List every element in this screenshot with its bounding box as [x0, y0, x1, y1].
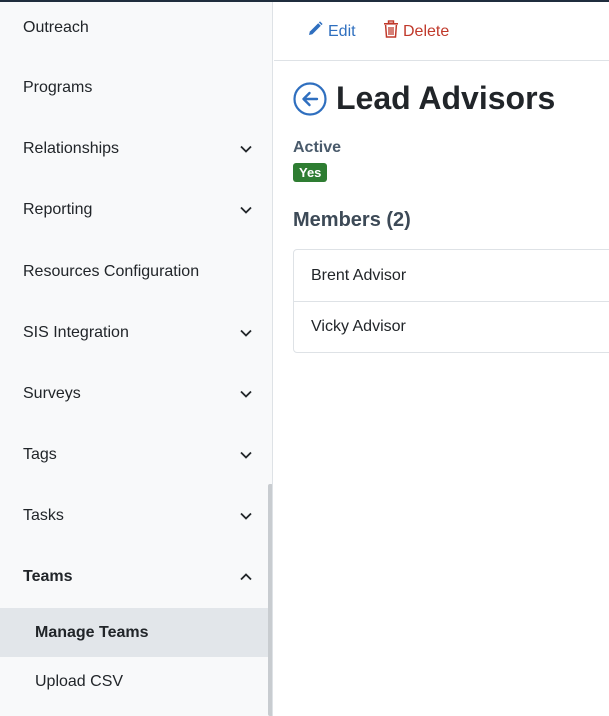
sidebar-item-teams[interactable]: Teams [0, 557, 268, 597]
members-list: Brent Advisor Vicky Advisor [293, 249, 609, 353]
pencil-icon [306, 20, 328, 43]
main-content: Edit Delete Lead Advisors Active Yes Mem… [274, 2, 609, 716]
sidebar-item-label: Programs [23, 79, 93, 96]
sidebar-subitem-upload-csv[interactable]: Upload CSV [0, 660, 268, 704]
back-arrow-icon[interactable] [293, 81, 327, 116]
sidebar-subitem-manage-teams[interactable]: Manage Teams [0, 608, 268, 657]
sidebar-item-tags[interactable]: Tags [0, 435, 268, 475]
title-row: Lead Advisors [293, 80, 555, 117]
sidebar-item-label: Outreach [23, 19, 89, 36]
edit-label: Edit [328, 22, 356, 40]
sidebar-item-outreach[interactable]: Outreach [0, 8, 268, 48]
sidebar-item-label: Teams [23, 568, 73, 585]
sidebar-item-resources-configuration[interactable]: Resources Configuration [0, 252, 268, 292]
sidebar-item-label: Surveys [23, 385, 81, 402]
sidebar-item-reporting[interactable]: Reporting [0, 190, 268, 230]
list-item[interactable]: Vicky Advisor [294, 301, 609, 352]
sidebar-item-surveys[interactable]: Surveys [0, 374, 268, 414]
sidebar-item-tasks[interactable]: Tasks [0, 496, 268, 536]
active-label: Active [293, 139, 342, 156]
chevron-up-icon [238, 569, 254, 585]
chevron-down-icon [238, 508, 254, 524]
sidebar: Outreach Programs Relationships Reportin… [0, 2, 273, 716]
sidebar-scrollbar[interactable] [268, 484, 272, 716]
chevron-down-icon [238, 325, 254, 341]
page-title: Lead Advisors [336, 80, 556, 116]
sidebar-subitem-label: Upload CSV [35, 673, 124, 690]
chevron-down-icon [238, 202, 254, 218]
delete-button[interactable]: Delete [383, 20, 449, 43]
sidebar-item-relationships[interactable]: Relationships [0, 129, 268, 169]
sidebar-item-label: Reporting [23, 201, 93, 218]
sidebar-item-label: Resources Configuration [23, 263, 200, 280]
trash-icon [383, 20, 403, 43]
edit-button[interactable]: Edit [306, 20, 356, 43]
chevron-down-icon [238, 141, 254, 157]
sidebar-item-sis-integration[interactable]: SIS Integration [0, 313, 268, 353]
list-item[interactable]: Brent Advisor [294, 250, 609, 301]
toolbar: Edit Delete [274, 2, 609, 61]
chevron-down-icon [238, 386, 254, 402]
sidebar-item-label: Tasks [23, 507, 64, 524]
sidebar-subitem-label: Manage Teams [35, 623, 149, 641]
sidebar-item-programs[interactable]: Programs [0, 68, 268, 108]
members-heading: Members (2) [293, 209, 411, 231]
status-badge: Yes [293, 163, 328, 182]
chevron-down-icon [238, 447, 254, 463]
sidebar-item-label: SIS Integration [23, 324, 129, 341]
sidebar-item-label: Tags [23, 446, 57, 463]
delete-label: Delete [403, 22, 450, 40]
sidebar-item-label: Relationships [23, 140, 120, 157]
